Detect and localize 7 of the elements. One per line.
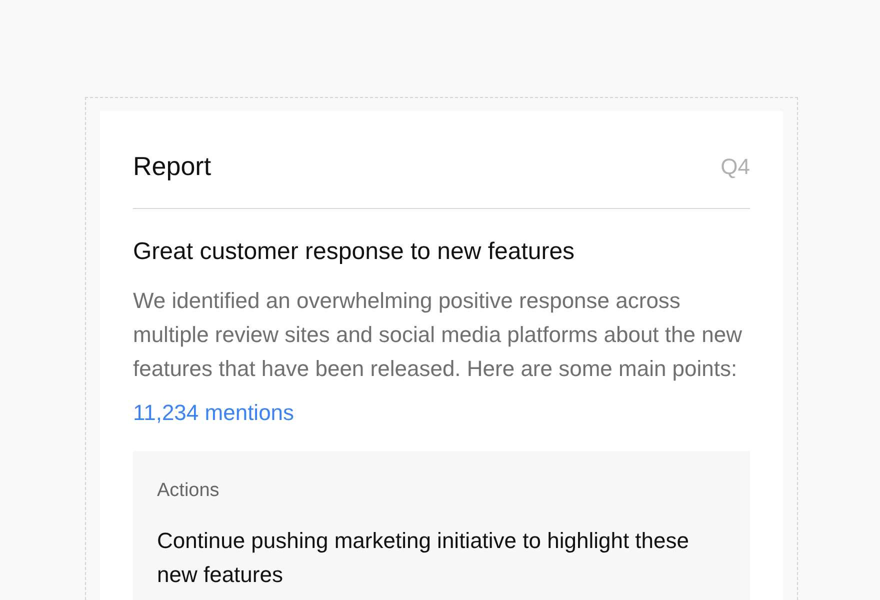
actions-label: Actions [157,479,220,503]
action-item: Continue pushing marketing initiative to highlight these new features [157,526,690,588]
card-title: Report [133,150,212,183]
period-label: Q4 [720,153,750,181]
description: We identified an overwhelming positive response across multiple review sites and social media platforms about the new features that have been released. Here are some main points: [133,287,743,383]
mentions-link[interactable]: 11,234 mentions [133,396,294,429]
headline: Great customer response to new features [133,237,576,267]
